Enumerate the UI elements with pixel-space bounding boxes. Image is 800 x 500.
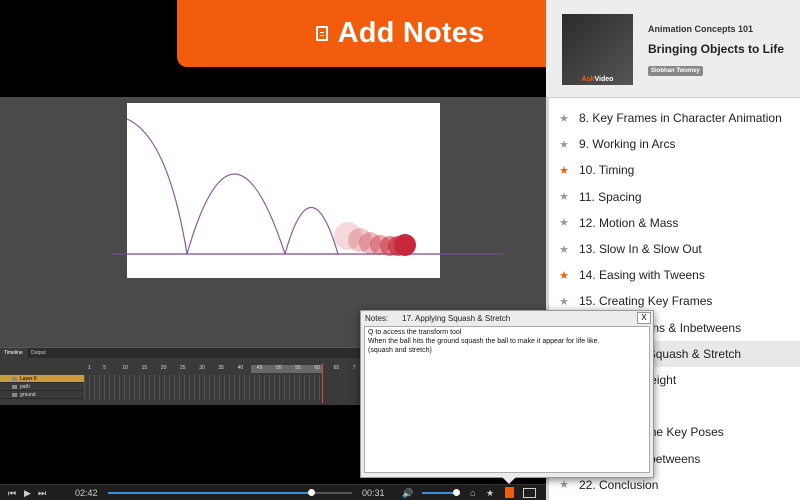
ruler-tick: 35 xyxy=(218,365,224,371)
timeline-frames[interactable] xyxy=(84,375,324,400)
timeline-ruler[interactable]: 1 5 10 15 20 25 30 35 40 45 50 55 60 65 7 xyxy=(84,365,356,373)
volume-slider[interactable] xyxy=(422,489,461,496)
ball-frame xyxy=(394,234,416,256)
notes-lesson-title: 17. Applying Squash & Stretch xyxy=(402,313,511,323)
banner-title: Add Notes xyxy=(337,17,485,49)
seek-handle[interactable] xyxy=(307,489,315,496)
lesson-label: 14. Easing with Tweens xyxy=(579,268,705,283)
ball-onion-skins xyxy=(334,222,416,256)
notes-line: When the ball hits the ground squash the… xyxy=(368,338,600,345)
star-icon[interactable]: ★ xyxy=(549,295,579,308)
volume-handle[interactable] xyxy=(453,489,461,496)
lesson-label: 13. Slow In & Slow Out xyxy=(579,242,702,257)
volume-icon[interactable]: 🔊 xyxy=(402,487,413,499)
ruler-tick: 40 xyxy=(237,365,244,371)
note-icon xyxy=(315,26,328,41)
lesson-item[interactable]: ★ 14. Easing with Tweens xyxy=(549,262,800,288)
lesson-item[interactable]: ★ 9. Working in Arcs xyxy=(549,131,800,157)
fullscreen-icon[interactable] xyxy=(523,488,536,498)
lesson-label: 9. Working in Arcs xyxy=(579,137,676,152)
remaining-time: 00:31 xyxy=(362,488,385,498)
notes-label: Notes: xyxy=(365,313,389,323)
notes-line: Q to access the transform tool xyxy=(368,329,462,336)
play-icon[interactable]: ▶ xyxy=(24,487,31,499)
arc-3 xyxy=(284,207,339,255)
ruler-tick: 1 xyxy=(88,365,91,371)
player-controls: ⏮ ▶ ⏭ 02:42 00:31 🔊 ⌂ ★ xyxy=(0,484,546,500)
course-header: AskVideo Animation Concepts 101 Bringing… xyxy=(546,0,800,98)
course-thumbnail: AskVideo xyxy=(562,14,633,85)
ruler-tick: 50 xyxy=(276,365,282,371)
tab-timeline[interactable]: Timeline xyxy=(0,348,27,358)
lesson-item[interactable]: ★ 8. Key Frames in Character Animation xyxy=(549,105,800,131)
ruler-tick: 5 xyxy=(103,365,106,371)
star-icon[interactable]: ★ xyxy=(549,243,579,256)
star-icon[interactable]: ★ xyxy=(549,164,579,177)
timeline-playhead[interactable] xyxy=(322,363,323,403)
ruler-tick: 45 xyxy=(256,365,263,371)
volume-level xyxy=(422,492,457,494)
elapsed-time: 02:42 xyxy=(75,488,98,498)
notes-icon[interactable] xyxy=(505,487,514,498)
lesson-label: 12. Motion & Mass xyxy=(579,215,679,230)
close-button[interactable]: X xyxy=(637,312,651,324)
lesson-item[interactable]: ★ 13. Slow In & Slow Out xyxy=(549,236,800,262)
thumbnail-brand: AskVideo xyxy=(581,76,614,83)
layer-row[interactable]: Layer 6 xyxy=(0,375,84,383)
ruler-tick: 15 xyxy=(141,365,148,371)
notes-header: Notes: 17. Applying Squash & Stretch xyxy=(361,311,653,325)
ruler-tick: 25 xyxy=(180,365,186,371)
lesson-item[interactable]: ★ 11. Spacing xyxy=(549,184,800,210)
course-series: Animation Concepts 101 xyxy=(648,24,754,34)
rewind-icon[interactable]: ⏮ xyxy=(8,487,16,499)
star-icon[interactable]: ★ xyxy=(549,190,579,203)
arc-1 xyxy=(126,118,188,255)
star-icon[interactable]: ★ xyxy=(549,138,579,151)
lesson-item[interactable]: ★ 10. Timing xyxy=(549,157,800,183)
star-icon[interactable]: ★ xyxy=(549,216,579,229)
lesson-label: 8. Key Frames in Character Animation xyxy=(579,111,782,126)
author-badge: Siobhan Twomey xyxy=(648,66,703,76)
notes-textarea[interactable]: Q to access the transform tool When the … xyxy=(364,326,650,473)
star-icon[interactable]: ★ xyxy=(549,112,579,125)
layer-row[interactable]: ground xyxy=(0,391,84,399)
lesson-item[interactable]: ★ 12. Motion & Mass xyxy=(549,210,800,236)
star-icon[interactable]: ★ xyxy=(486,487,494,499)
notes-line: (squash and stretch) xyxy=(368,347,432,354)
seek-bar[interactable] xyxy=(108,489,352,496)
seek-progress xyxy=(108,492,311,494)
lesson-label: 10. Timing xyxy=(579,163,635,178)
arc-2 xyxy=(186,173,286,255)
layer-row[interactable]: path xyxy=(0,383,84,391)
lesson-label: 11. Spacing xyxy=(579,189,642,204)
ruler-tick: 55 xyxy=(295,365,301,371)
lesson-label: 15. Creating Key Frames xyxy=(579,294,713,309)
ruler-tick: 20 xyxy=(160,365,167,371)
home-icon[interactable]: ⌂ xyxy=(470,487,475,499)
star-icon[interactable]: ★ xyxy=(549,478,579,491)
fast-forward-icon[interactable]: ⏭ xyxy=(38,487,46,499)
notes-popup: Notes: 17. Applying Squash & Stretch X Q… xyxy=(360,310,654,484)
tab-output[interactable]: Output xyxy=(27,348,50,358)
ruler-tick: 7 xyxy=(352,365,356,371)
lesson-label: 22. Conclusion xyxy=(579,477,659,492)
ruler-tick: 10 xyxy=(122,365,128,371)
ruler-tick: 60 xyxy=(314,365,320,371)
course-title: Bringing Objects to Life xyxy=(648,42,785,56)
star-icon[interactable]: ★ xyxy=(549,269,579,282)
notes-pointer xyxy=(502,477,516,484)
ruler-tick: 65 xyxy=(333,365,340,371)
ruler-tick: 30 xyxy=(199,365,205,371)
